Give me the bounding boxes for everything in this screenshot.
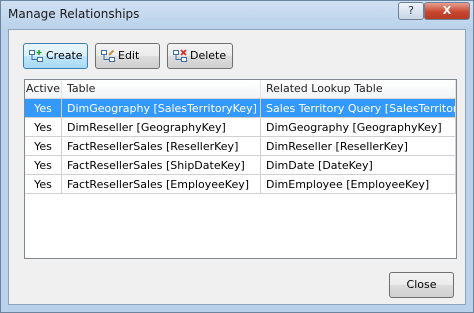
close-button-label: Close	[406, 278, 437, 291]
table-cell[interactable]: FactResellerSales [ShipDateKey]	[62, 156, 261, 175]
table-cell[interactable]: DimGeography [SalesTerritoryKey]	[62, 99, 261, 118]
active-cell[interactable]: Yes	[25, 99, 62, 118]
table-row[interactable]: Yes FactResellerSales [ShipDateKey] DimDat…	[25, 156, 456, 176]
table-row[interactable]: Yes FactResellerSales [ResellerKey] DimRes…	[25, 137, 456, 157]
related-lookup-table-cell[interactable]: Sales Territory Query [SalesTerritoryKey…	[261, 99, 456, 118]
relationships-grid[interactable]: Active Table Related Lookup Table Yes Dim…	[24, 79, 457, 259]
dialog-title: Manage Relationships	[8, 7, 140, 21]
create-button[interactable]: Create	[23, 43, 88, 69]
edit-relationship-icon	[101, 49, 115, 62]
table-row[interactable]: Yes DimGeography [SalesTerritoryKey] Sales…	[25, 99, 456, 119]
create-button-label: Create	[46, 49, 83, 62]
related-lookup-table-cell[interactable]: DimReseller [ResellerKey]	[261, 137, 456, 156]
table-row[interactable]: Yes DimReseller [GeographyKey] DimGeograph…	[25, 118, 456, 138]
grid-header: Active Table Related Lookup Table	[25, 80, 456, 99]
table-cell[interactable]: DimReseller [GeographyKey]	[62, 118, 261, 137]
related-lookup-table-cell[interactable]: DimDate [DateKey]	[261, 156, 456, 175]
help-button[interactable]: ?	[398, 2, 424, 20]
edit-button[interactable]: Edit	[95, 43, 160, 69]
delete-button[interactable]: Delete	[167, 43, 233, 69]
active-cell[interactable]: Yes	[25, 175, 62, 194]
window-close-button[interactable]: X	[424, 2, 470, 20]
column-header-related-lookup-table[interactable]: Related Lookup Table	[261, 80, 456, 98]
dialog-body: Create Edit Delete Active Table Related …	[8, 29, 466, 305]
active-cell[interactable]: Yes	[25, 156, 62, 175]
related-lookup-table-cell[interactable]: DimEmployee [EmployeeKey]	[261, 175, 456, 194]
column-header-active[interactable]: Active	[25, 80, 62, 98]
active-cell[interactable]: Yes	[25, 137, 62, 156]
dialog-window: Manage Relationships ? X Create Edit Del…	[0, 0, 474, 313]
active-cell[interactable]: Yes	[25, 118, 62, 137]
delete-button-label: Delete	[190, 49, 227, 62]
create-relationship-icon	[29, 50, 43, 62]
title-bar[interactable]: Manage Relationships ? X	[1, 1, 473, 28]
column-header-table[interactable]: Table	[62, 80, 261, 98]
table-cell[interactable]: FactResellerSales [EmployeeKey]	[62, 175, 261, 194]
related-lookup-table-cell[interactable]: DimGeography [GeographyKey]	[261, 118, 456, 137]
edit-button-label: Edit	[118, 49, 140, 62]
close-button[interactable]: Close	[389, 272, 454, 298]
delete-relationship-icon	[173, 49, 187, 62]
table-row[interactable]: Yes FactResellerSales [EmployeeKey] DimEmp…	[25, 175, 456, 195]
table-cell[interactable]: FactResellerSales [ResellerKey]	[62, 137, 261, 156]
